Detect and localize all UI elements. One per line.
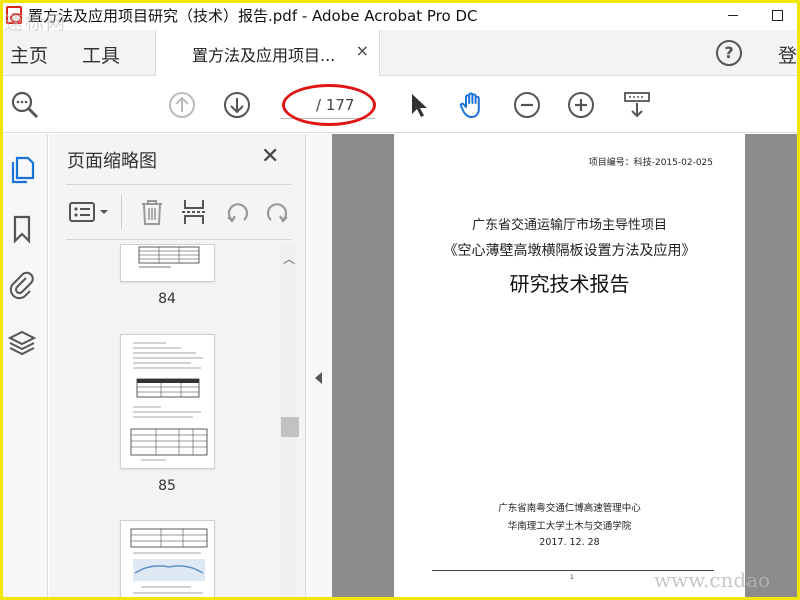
next-page-icon[interactable] bbox=[222, 90, 252, 120]
scroll-mode-icon[interactable] bbox=[622, 90, 652, 120]
panel-toolbar bbox=[66, 184, 292, 240]
thumbnail-page-85[interactable] bbox=[120, 334, 215, 469]
thumbnail-84-number: 84 bbox=[158, 291, 176, 307]
rotate-counterclockwise-icon[interactable] bbox=[223, 198, 251, 226]
doc-title: 研究技术报告 bbox=[509, 272, 630, 296]
page-footer-number: 1 bbox=[570, 574, 574, 581]
help-icon[interactable]: ? bbox=[716, 40, 742, 66]
menu-bar: 主页 工具 置方法及应用项目... × ? 登 bbox=[0, 30, 800, 76]
tab-document[interactable]: 置方法及应用项目... × bbox=[155, 30, 380, 76]
previous-page-icon[interactable] bbox=[167, 90, 197, 120]
navigation-rail bbox=[0, 134, 48, 600]
thumbnail-85-preview bbox=[130, 342, 208, 461]
rotate-clockwise-icon[interactable] bbox=[264, 198, 292, 226]
thumbnail-85-number: 85 bbox=[158, 478, 176, 494]
panel-close-icon[interactable]: ✕ bbox=[261, 144, 279, 169]
panel-title: 页面缩略图 bbox=[67, 151, 157, 172]
maximize-button[interactable] bbox=[755, 0, 800, 30]
collapse-arrow-icon[interactable] bbox=[315, 372, 322, 384]
thumbnail-84-preview bbox=[138, 246, 200, 268]
doc-subtitle-2: 《空心薄壁高墩横隔板设置方法及应用》 bbox=[443, 243, 696, 259]
zoom-out-icon[interactable] bbox=[512, 90, 542, 120]
thumbnail-86-preview bbox=[130, 528, 208, 594]
tab-document-label: 置方法及应用项目... bbox=[192, 46, 336, 65]
scrollbar-thumb[interactable] bbox=[281, 417, 299, 437]
zoom-search-icon[interactable] bbox=[10, 90, 40, 120]
select-cursor-icon[interactable] bbox=[404, 90, 434, 120]
thumbnail-options-icon[interactable] bbox=[68, 198, 112, 226]
tab-close-icon[interactable]: × bbox=[356, 41, 369, 60]
red-highlight-ellipse bbox=[282, 84, 376, 126]
page-thumbnails-icon[interactable] bbox=[8, 154, 36, 184]
toolbar bbox=[0, 77, 800, 133]
panel-collapse-strip[interactable] bbox=[306, 134, 332, 600]
thumbnail-page-84[interactable] bbox=[120, 244, 215, 282]
thumbnails-panel: 页面缩略图 ✕ 84 85 ︿ bbox=[49, 134, 306, 600]
delete-page-icon[interactable] bbox=[138, 198, 166, 226]
scroll-up-icon[interactable]: ︿ bbox=[283, 250, 295, 267]
menu-tools[interactable]: 工具 bbox=[82, 41, 120, 68]
doc-subtitle-1: 广东省交通运输厅市场主导性项目 bbox=[471, 218, 667, 233]
doc-organization-2: 华南理工大学土木与交通学院 bbox=[507, 521, 632, 532]
thumbnail-scrollbar[interactable]: ︿ bbox=[279, 244, 299, 600]
minimize-button[interactable] bbox=[710, 0, 755, 30]
watermark-top: 速标网 bbox=[4, 12, 68, 34]
thumbnail-page-86[interactable] bbox=[120, 520, 215, 600]
document-page: 项目编号：科技-2015-02-025 广东省交通运输厅市场主导性项目 《空心薄… bbox=[394, 134, 745, 597]
document-view[interactable]: 项目编号：科技-2015-02-025 广东省交通运输厅市场主导性项目 《空心薄… bbox=[332, 134, 797, 597]
hand-tool-icon[interactable] bbox=[457, 90, 487, 120]
watermark-bottom: www.cndao bbox=[654, 568, 771, 592]
attachments-icon[interactable] bbox=[8, 270, 36, 300]
insert-page-icon[interactable] bbox=[180, 198, 208, 226]
window-title: 置方法及应用项目研究（技术）报告.pdf - Adobe Acrobat Pro… bbox=[28, 6, 478, 25]
title-bar: 置方法及应用项目研究（技术）报告.pdf - Adobe Acrobat Pro… bbox=[0, 0, 800, 30]
layers-icon[interactable] bbox=[8, 328, 36, 358]
project-number: 项目编号：科技-2015-02-025 bbox=[588, 158, 713, 168]
login-button[interactable]: 登 bbox=[778, 41, 797, 68]
doc-date: 2017. 12. 28 bbox=[539, 537, 600, 548]
doc-organization-1: 广东省南粤交通仁博高速管理中心 bbox=[498, 503, 641, 514]
zoom-in-icon[interactable] bbox=[566, 90, 596, 120]
bookmarks-icon[interactable] bbox=[8, 214, 36, 244]
menu-home[interactable]: 主页 bbox=[10, 41, 48, 68]
